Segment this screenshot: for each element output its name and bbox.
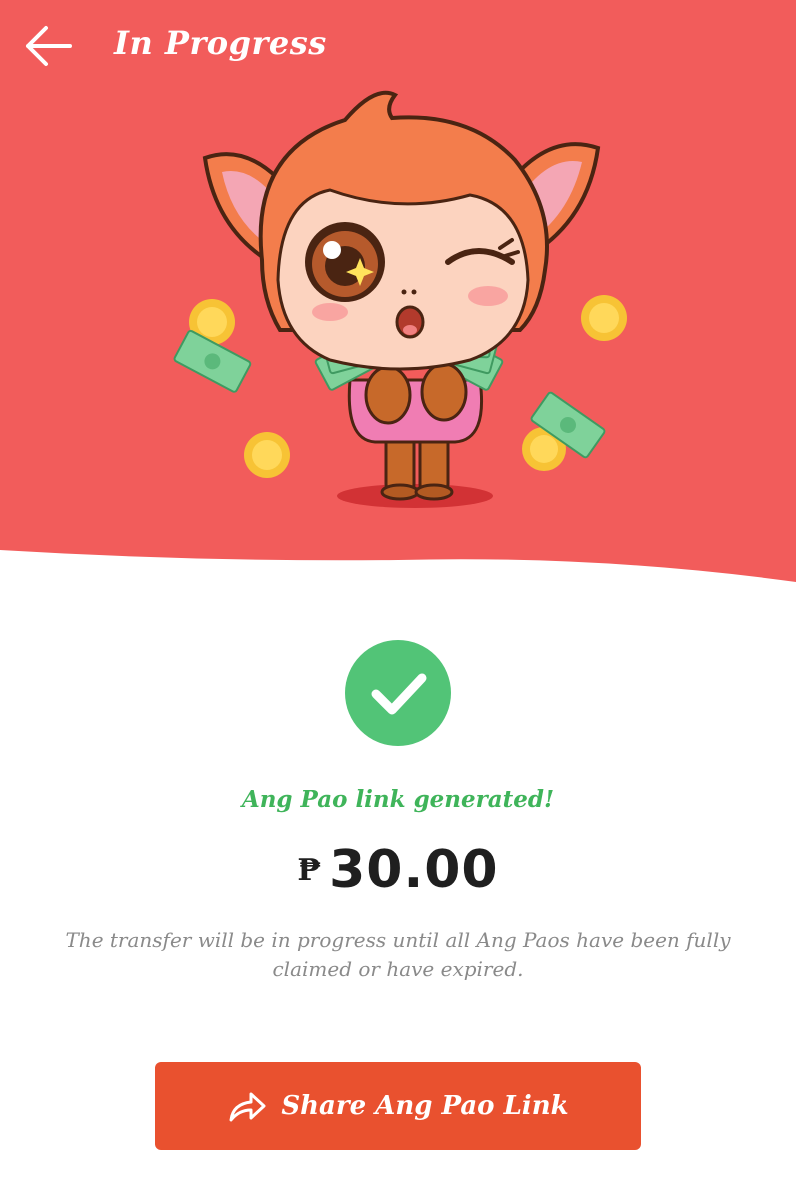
amount-value: 30.00 [329,840,499,900]
share-ang-pao-link-button[interactable]: Share Ang Pao Link [155,1062,641,1150]
back-button[interactable] [20,22,76,70]
arrow-left-icon [26,26,72,66]
status-message: Ang Pao link generated! [241,786,555,813]
currency-symbol: ₱ [297,852,322,888]
coin-icon [244,432,290,478]
page-title: In Progress [114,24,327,62]
share-arrow-icon [229,1092,266,1122]
top-bar: In Progress [0,0,796,95]
check-circle-icon [343,638,453,748]
transfer-note: The transfer will be in progress until a… [65,928,731,981]
coin-icon [581,295,627,341]
amount-display: ₱ 30.00 [0,840,796,900]
share-button-label: Share Ang Pao Link [281,1091,569,1121]
